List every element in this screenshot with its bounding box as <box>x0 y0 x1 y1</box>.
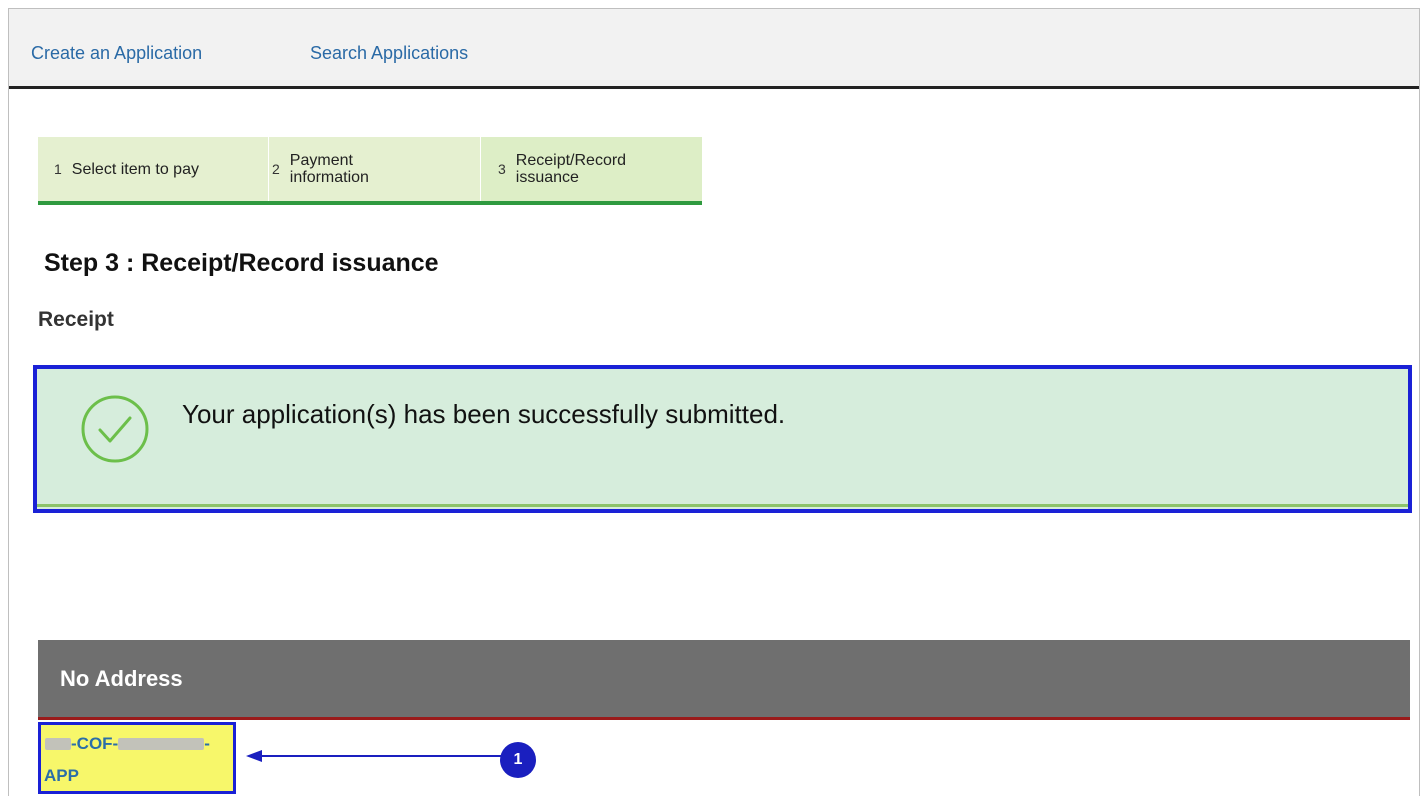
address-title: No Address <box>60 666 183 691</box>
callout-number-badge: 1 <box>500 742 536 778</box>
nav-search-applications-link[interactable]: Search Applications <box>310 43 468 64</box>
address-header: No Address <box>38 640 1410 720</box>
success-underline <box>37 504 1408 507</box>
step-progress: 1 Select item to pay 2 Payment informatio… <box>38 137 702 205</box>
step-1-select-item: 1 Select item to pay <box>38 137 268 201</box>
top-navigation: Create an Application Search Application… <box>9 9 1419 89</box>
step-label: Payment information <box>289 152 369 186</box>
redacted-segment <box>118 738 205 750</box>
nav-create-application-link[interactable]: Create an Application <box>31 43 202 64</box>
success-notice: Your application(s) has been successfull… <box>33 365 1412 513</box>
step-label: Select item to pay <box>71 160 199 178</box>
receipt-section-label: Receipt <box>38 308 114 331</box>
step-divider <box>480 137 481 205</box>
check-circle-icon <box>81 395 149 463</box>
page-title: Step 3 : Receipt/Record issuance <box>44 249 439 277</box>
record-number-line1[interactable]: -COF- - <box>45 734 210 754</box>
step-number: 1 <box>54 161 62 177</box>
redacted-segment <box>45 738 71 750</box>
step-number: 2 <box>272 161 280 177</box>
step-label: Receipt/Record issuance <box>515 152 627 186</box>
success-message: Your application(s) has been successfull… <box>182 399 786 429</box>
step-divider <box>268 137 269 205</box>
record-number-link[interactable]: -COF- - APP <box>38 722 236 794</box>
step-number: 3 <box>498 161 506 177</box>
step-3-receipt-record: 3 Receipt/Record issuance <box>480 137 702 201</box>
step-progress-bar <box>38 201 702 205</box>
step-2-payment-information: 2 Payment information <box>268 137 480 201</box>
record-number-line2[interactable]: APP <box>44 766 79 786</box>
callout-arrow <box>246 750 502 762</box>
